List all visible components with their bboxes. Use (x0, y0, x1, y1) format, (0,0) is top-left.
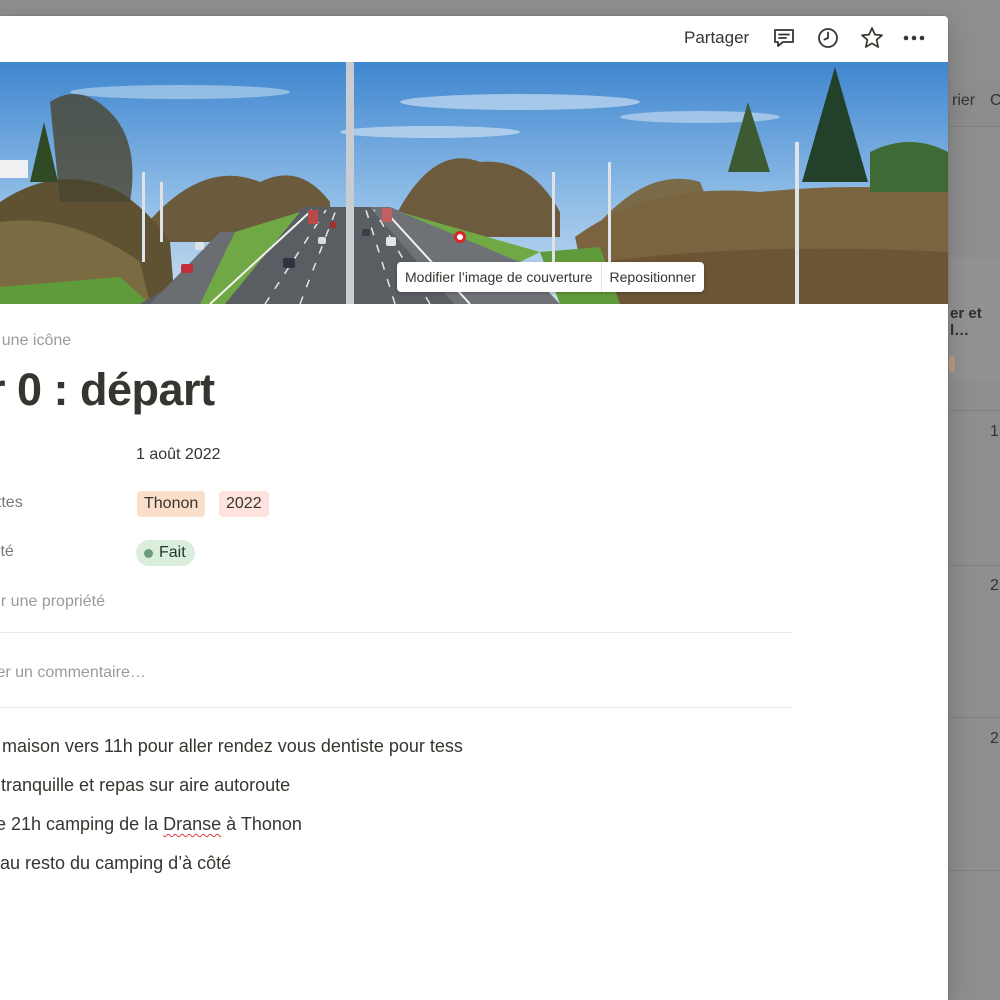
bg-divider (949, 717, 1000, 718)
add-property-button[interactable]: er une propriété (0, 593, 105, 611)
content-line[interactable]: s au resto du camping d’à côté (0, 853, 231, 874)
content-line[interactable]: ée 21h camping de la Dranse à Thonon (0, 814, 302, 835)
change-cover-button[interactable]: Modifier l’image de couverture (397, 262, 601, 292)
bg-card-tag (949, 356, 955, 372)
comment-input[interactable]: ter un commentaire… (0, 664, 146, 682)
divider (0, 707, 793, 708)
misspelled-word: Dranse (163, 814, 222, 834)
content-line[interactable]: rt maison vers 11h pour aller rendez vou… (0, 736, 463, 757)
bg-card-title: er et l… (950, 305, 982, 339)
status-badge[interactable]: Fait (136, 540, 195, 566)
content-text: ée 21h camping de la (0, 814, 164, 834)
content-text: à Thonon (221, 814, 302, 834)
page-topbar: Partager (0, 16, 948, 62)
bg-row-number: 2 (990, 730, 999, 747)
bg-divider (949, 565, 1000, 566)
bg-row-number: 2 (990, 577, 999, 594)
add-icon-button[interactable]: r une icône (0, 332, 71, 350)
date-value[interactable]: 1 août 2022 (136, 446, 221, 464)
property-label-tags[interactable]: ettes (0, 494, 23, 512)
cover-controls: Modifier l’image de couverture Repositio… (397, 262, 704, 292)
divider (0, 632, 793, 633)
star-icon[interactable] (858, 24, 886, 52)
bg-tab-text: rier (952, 92, 976, 109)
page-modal: Partager Modifier l’image de couverture … (0, 16, 948, 1000)
content-line[interactable]: e tranquille et repas sur aire autoroute (0, 775, 290, 796)
bg-divider (949, 870, 1000, 871)
status-text: Fait (159, 544, 186, 561)
bg-divider (949, 410, 1000, 411)
bg-divider (949, 126, 1000, 127)
status-dot-icon (144, 548, 153, 558)
more-icon[interactable] (900, 24, 928, 52)
share-button[interactable]: Partager (676, 25, 757, 51)
comment-icon[interactable] (770, 24, 798, 52)
property-label-status[interactable]: iété (0, 543, 14, 561)
tag-thonon[interactable]: Thonon (137, 491, 206, 517)
bg-row-number: 1 (990, 423, 999, 440)
page-title[interactable]: r 0 : départ (0, 364, 215, 416)
reposition-cover-button[interactable]: Repositionner (600, 262, 704, 292)
cover-image: Modifier l’image de couverture Repositio… (0, 62, 948, 304)
tag-2022[interactable]: 2022 (219, 491, 269, 517)
bg-tab-text-2: C (990, 92, 1000, 109)
history-clock-icon[interactable] (814, 24, 842, 52)
